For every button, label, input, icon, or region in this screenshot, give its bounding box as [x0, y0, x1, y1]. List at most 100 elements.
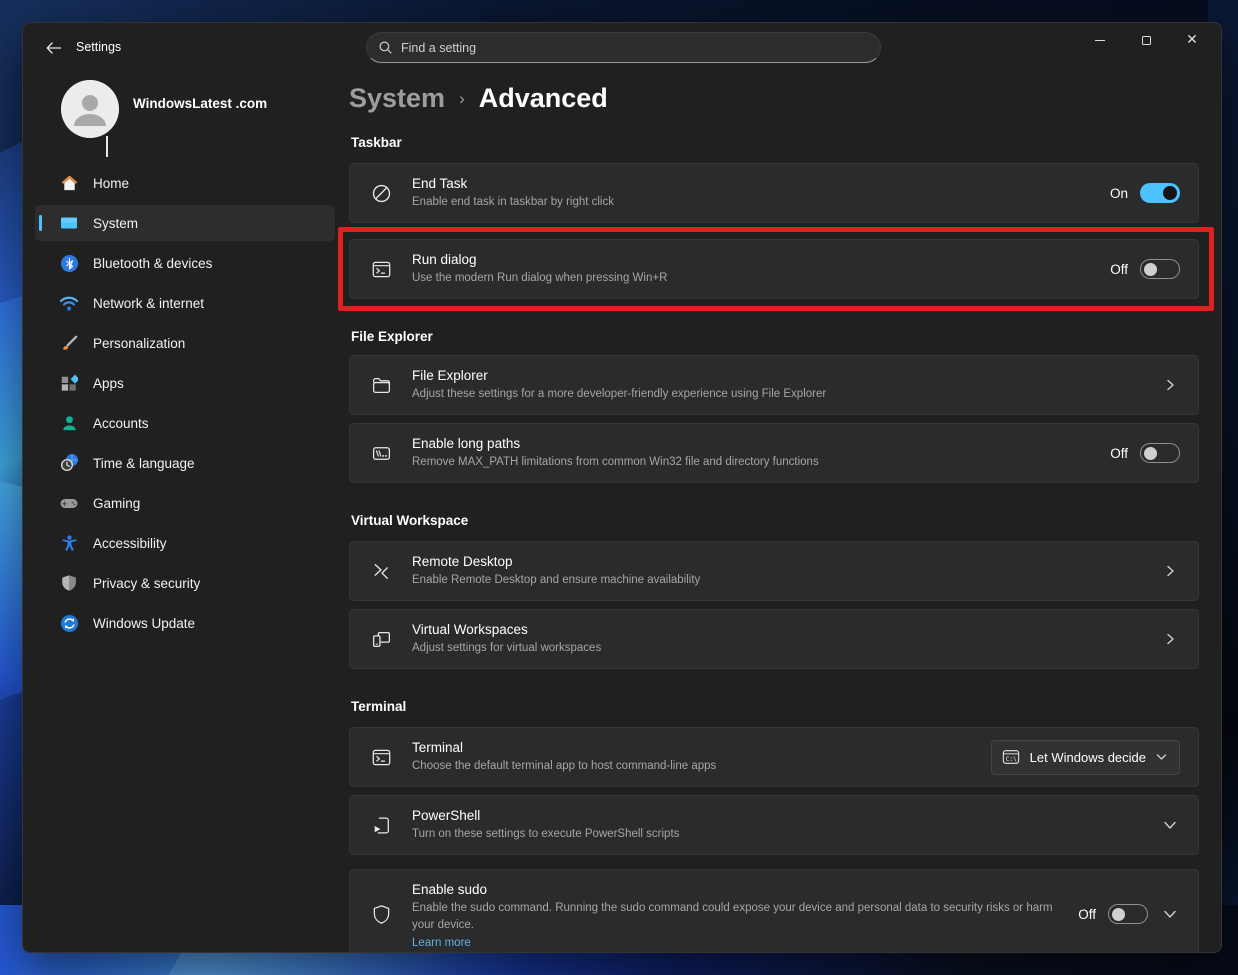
- time-language-icon: [59, 453, 79, 473]
- setting-title: Run dialog: [412, 252, 1094, 267]
- shield-icon: [59, 573, 79, 593]
- toggle-knob: [1163, 186, 1177, 200]
- virtual-workspaces-icon: [350, 629, 412, 650]
- toggle-knob: [1144, 263, 1157, 276]
- learn-more-link[interactable]: Learn more: [412, 937, 471, 949]
- close-button[interactable]: ✕: [1169, 23, 1215, 57]
- setting-subtitle: Adjust these settings for a more develop…: [412, 386, 1144, 403]
- setting-row-run-dialog[interactable]: Run dialog Use the modern Run dialog whe…: [349, 239, 1199, 299]
- folder-icon: [350, 375, 412, 396]
- page-title: Advanced: [479, 83, 608, 114]
- chevron-down-icon[interactable]: [1160, 910, 1180, 919]
- main-content: System › Advanced Taskbar End Task Enabl…: [349, 83, 1199, 953]
- setting-title: Terminal: [412, 740, 975, 755]
- setting-text: Run dialog Use the modern Run dialog whe…: [412, 252, 1110, 287]
- setting-control: C:\ Let Windows decide: [991, 740, 1180, 775]
- setting-control: Off: [1078, 904, 1180, 924]
- profile-name[interactable]: WindowsLatest .com: [133, 96, 267, 111]
- toggle-state-label: On: [1110, 186, 1128, 201]
- setting-subtitle: Turn on these settings to execute PowerS…: [412, 826, 1144, 843]
- sidebar-item-home[interactable]: Home: [35, 165, 335, 201]
- search-box[interactable]: Find a setting: [366, 32, 881, 63]
- sidebar-item-label: Network & internet: [93, 296, 204, 311]
- svg-text:C:\: C:\: [1005, 756, 1017, 763]
- setting-subtitle: Remove MAX_PATH limitations from common …: [412, 454, 1094, 471]
- avatar[interactable]: [61, 80, 119, 138]
- sidebar-item-label: System: [93, 216, 138, 231]
- end-task-toggle[interactable]: [1140, 183, 1180, 203]
- setting-subtitle: Adjust settings for virtual workspaces: [412, 640, 1144, 657]
- setting-title: Enable sudo: [412, 882, 1062, 897]
- setting-text: End Task Enable end task in taskbar by r…: [412, 176, 1110, 211]
- setting-row-file-explorer[interactable]: File Explorer Adjust these settings for …: [349, 355, 1199, 415]
- person-icon: [61, 80, 119, 138]
- maximize-icon: [1142, 36, 1151, 45]
- setting-title: File Explorer: [412, 368, 1144, 383]
- toggle-state-label: Off: [1110, 262, 1128, 277]
- setting-row-remote-desktop[interactable]: Remote Desktop Enable Remote Desktop and…: [349, 541, 1199, 601]
- breadcrumb: System › Advanced: [349, 83, 1199, 123]
- sidebar-item-privacy-security[interactable]: Privacy & security: [35, 565, 335, 601]
- powershell-icon: [350, 815, 412, 836]
- setting-row-end-task[interactable]: End Task Enable end task in taskbar by r…: [349, 163, 1199, 223]
- sidebar-item-label: Bluetooth & devices: [93, 256, 212, 271]
- network-icon: [59, 293, 79, 313]
- sidebar-item-windows-update[interactable]: Windows Update: [35, 605, 335, 641]
- sidebar-item-personalization[interactable]: Personalization: [35, 325, 335, 361]
- sidebar-nav: Home System Bluetooth & devices Network …: [35, 165, 335, 645]
- setting-subtitle: Enable end task in taskbar by right clic…: [412, 194, 1094, 211]
- minimize-icon: [1095, 40, 1105, 41]
- sidebar-item-accounts[interactable]: Accounts: [35, 405, 335, 441]
- sidebar-item-accessibility[interactable]: Accessibility: [35, 525, 335, 561]
- sidebar-item-label: Accessibility: [93, 536, 167, 551]
- setting-row-powershell[interactable]: PowerShell Turn on these settings to exe…: [349, 795, 1199, 855]
- maximize-button[interactable]: [1123, 23, 1169, 57]
- setting-control: [1160, 564, 1180, 578]
- sidebar-item-bluetooth-devices[interactable]: Bluetooth & devices: [35, 245, 335, 281]
- sidebar-item-gaming[interactable]: Gaming: [35, 485, 335, 521]
- toggle-knob: [1144, 447, 1157, 460]
- chevron-down-icon[interactable]: [1160, 821, 1180, 830]
- setting-row-virtual-workspaces[interactable]: Virtual Workspaces Adjust settings for v…: [349, 609, 1199, 669]
- back-button[interactable]: [37, 35, 69, 61]
- dropdown-value: Let Windows decide: [1030, 750, 1146, 765]
- setting-text: Enable sudo Enable the sudo command. Run…: [412, 882, 1078, 951]
- breadcrumb-system[interactable]: System: [349, 83, 445, 114]
- minimize-button[interactable]: [1077, 23, 1123, 57]
- enable-sudo-toggle[interactable]: [1108, 904, 1148, 924]
- sidebar-item-apps[interactable]: Apps: [35, 365, 335, 401]
- enable-long-paths-toggle[interactable]: [1140, 443, 1180, 463]
- setting-text: Enable long paths Remove MAX_PATH limita…: [412, 436, 1110, 471]
- section-header-taskbar: Taskbar: [351, 135, 1199, 153]
- terminal-default-dropdown[interactable]: C:\ Let Windows decide: [991, 740, 1180, 775]
- long-paths-icon: [350, 443, 412, 464]
- sidebar-item-label: Time & language: [93, 456, 195, 471]
- setting-title: End Task: [412, 176, 1094, 191]
- settings-window: Settings Find a setting ✕ WindowsLatest …: [22, 22, 1222, 953]
- end-task-icon: [350, 183, 412, 204]
- setting-title: Enable long paths: [412, 436, 1094, 451]
- chevron-down-icon: [1156, 753, 1167, 761]
- toggle-state-label: Off: [1110, 446, 1128, 461]
- sidebar-item-time-language[interactable]: Time & language: [35, 445, 335, 481]
- setting-row-terminal[interactable]: Terminal Choose the default terminal app…: [349, 727, 1199, 787]
- setting-control: [1160, 632, 1180, 646]
- windows-update-icon: [59, 613, 79, 633]
- run-dialog-toggle[interactable]: [1140, 259, 1180, 279]
- setting-row-enable-long-paths[interactable]: Enable long paths Remove MAX_PATH limita…: [349, 423, 1199, 483]
- sidebar-item-label: Accounts: [93, 416, 149, 431]
- personalization-icon: [59, 333, 79, 353]
- sidebar-item-network-internet[interactable]: Network & internet: [35, 285, 335, 321]
- run-dialog-icon: [350, 259, 412, 280]
- chevron-right-icon: [1160, 378, 1180, 392]
- sidebar-item-label: Personalization: [93, 336, 185, 351]
- sidebar-item-system[interactable]: System: [35, 205, 335, 241]
- sidebar-item-label: Privacy & security: [93, 576, 200, 591]
- setting-row-enable-sudo[interactable]: Enable sudo Enable the sudo command. Run…: [349, 869, 1199, 953]
- setting-control: [1160, 378, 1180, 392]
- sidebar-item-label: Windows Update: [93, 616, 195, 631]
- search-icon: [379, 41, 392, 54]
- setting-control: [1160, 821, 1180, 830]
- setting-title: PowerShell: [412, 808, 1144, 823]
- setting-subtitle: Enable Remote Desktop and ensure machine…: [412, 572, 1144, 589]
